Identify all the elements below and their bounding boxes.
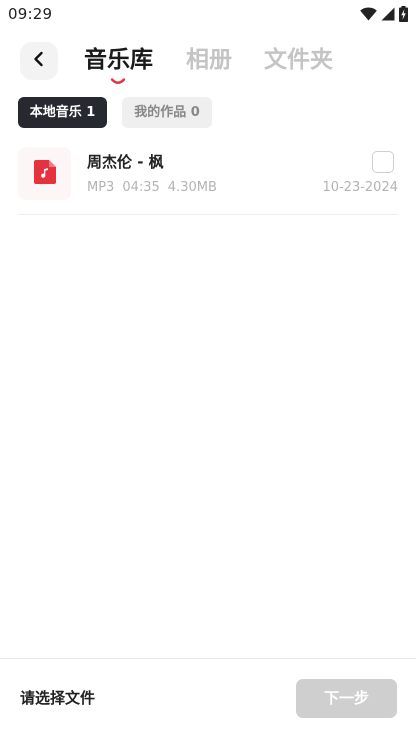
battery-charging-icon	[399, 6, 408, 22]
active-tab-indicator	[110, 72, 126, 84]
selection-hint: 请选择文件	[20, 689, 96, 707]
chevron-left-icon	[32, 51, 46, 71]
tab-album[interactable]: 相册	[186, 46, 232, 74]
file-duration: 04:35	[122, 180, 160, 195]
file-meta: MP3 04:35 4.30MB	[87, 180, 225, 196]
cellular-signal-icon	[381, 7, 395, 21]
wifi-icon	[360, 7, 377, 21]
file-name: 周杰伦 - 枫	[87, 153, 164, 171]
tab-folder[interactable]: 文件夹	[264, 46, 333, 74]
back-button[interactable]	[20, 42, 58, 80]
status-time: 09:29	[8, 5, 53, 23]
list-item[interactable]: 周杰伦 - 枫 MP3 04:35 4.30MB 10-23-2024	[18, 146, 398, 215]
tab-music-library[interactable]: 音乐库	[84, 46, 153, 74]
music-file-icon	[33, 159, 56, 188]
header: 音乐库 相册 文件夹	[0, 38, 416, 86]
file-size: 4.30MB	[167, 180, 217, 195]
status-icons	[360, 5, 408, 23]
footer-bar: 请选择文件 下一步	[0, 658, 416, 740]
next-step-button[interactable]: 下一步	[296, 679, 397, 718]
file-format: MP3	[87, 180, 115, 195]
file-date: 10-23-2024	[322, 180, 398, 195]
status-bar: 09:29	[0, 0, 416, 28]
chip-my-works[interactable]: 我的作品 0	[122, 97, 212, 128]
file-select-checkbox[interactable]	[372, 151, 394, 173]
chip-local-music[interactable]: 本地音乐 1	[18, 97, 107, 128]
file-thumbnail	[18, 147, 71, 200]
